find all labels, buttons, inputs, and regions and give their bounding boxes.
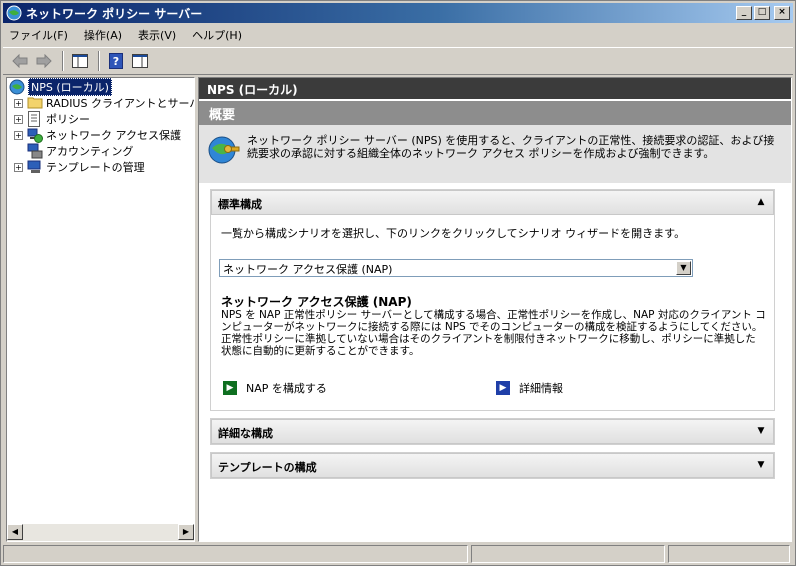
back-arrow-icon: [12, 54, 28, 68]
menu-bar: ファイル(F) 操作(A) 表示(V) ヘルプ(H): [3, 25, 793, 45]
green-arrow-icon: ▶: [223, 381, 237, 395]
configure-nap-label: NAP を構成する: [246, 382, 327, 395]
tree-item-nps-root[interactable]: NPS (ローカル): [9, 78, 112, 96]
menu-help[interactable]: ヘルプ(H): [192, 27, 242, 43]
menu-view[interactable]: 表示(V): [138, 27, 176, 43]
standard-config-header[interactable]: 標準構成 ▲: [211, 190, 774, 215]
section-title: テンプレートの構成: [218, 461, 317, 474]
overview-body: ネットワーク ポリシー サーバー (NPS) を使用すると、クライアントの正常性…: [199, 125, 791, 183]
tree-label: アカウンティング: [46, 145, 134, 158]
folder-icon: [27, 95, 43, 111]
forward-arrow-icon: [36, 54, 52, 68]
tree-label-root: NPS (ローカル): [28, 78, 112, 96]
nps-globe-icon: [9, 79, 25, 95]
forward-button[interactable]: [33, 50, 55, 72]
show-hide-tree-icon: [72, 54, 88, 68]
advanced-config-header[interactable]: 詳細な構成 ▼: [211, 419, 774, 444]
app-window: ネットワーク ポリシー サーバー _ □ × ファイル(F) 操作(A) 表示(…: [0, 0, 796, 566]
template-icon: [27, 159, 43, 175]
details-pane: NPS (ローカル) 概要 ネットワーク ポリシー サーバー (NPS) を使用…: [198, 77, 792, 542]
expand-toggle[interactable]: +: [14, 98, 23, 108]
properties-icon: [132, 54, 148, 68]
expand-toggle[interactable]: +: [14, 114, 23, 124]
scenario-description: NPS を NAP 正常性ポリシー サーバーとして構成する場合、正常性ポリシーを…: [221, 309, 766, 357]
status-cell-main: [3, 545, 468, 563]
chevron-down-icon[interactable]: ▼: [676, 261, 691, 275]
policy-icon: [27, 111, 43, 127]
tree-horizontal-scrollbar[interactable]: ◀ ▶: [7, 524, 194, 541]
nps-app-icon: [6, 5, 22, 21]
show-hide-tree-button[interactable]: [69, 50, 91, 72]
properties-button[interactable]: [129, 50, 151, 72]
expand-toggle[interactable]: +: [14, 162, 23, 172]
expand-button[interactable]: ▼: [752, 423, 770, 440]
status-bar: [3, 545, 793, 564]
window-title: ネットワーク ポリシー サーバー: [26, 6, 203, 21]
tree-label: ネットワーク アクセス保護: [46, 129, 181, 142]
help-icon: ?: [109, 53, 123, 69]
minimize-button[interactable]: _: [736, 6, 752, 20]
scroll-left-button[interactable]: ◀: [7, 524, 23, 540]
scroll-right-button[interactable]: ▶: [178, 524, 194, 540]
more-info-label: 詳細情報: [519, 382, 563, 395]
tree-label: RADIUS クライアントとサーバー: [46, 97, 195, 110]
scenario-title: ネットワーク アクセス保護 (NAP): [221, 295, 412, 309]
tree-item-radius[interactable]: + RADIUS クライアントとサーバー: [7, 95, 195, 111]
back-button[interactable]: [9, 50, 31, 72]
tree-item-policies[interactable]: + ポリシー: [7, 111, 90, 127]
nps-globe-key-icon: [207, 133, 241, 167]
tree-label: テンプレートの管理: [46, 161, 145, 174]
menu-action[interactable]: 操作(A): [84, 27, 122, 43]
scenario-instructions: 一覧から構成シナリオを選択し、下のリンクをクリックしてシナリオ ウィザードを開き…: [221, 227, 686, 240]
nap-icon: [27, 127, 43, 143]
scroll-track[interactable]: [23, 524, 178, 541]
scenario-select-value: ネットワーク アクセス保護 (NAP): [223, 263, 393, 276]
status-cell-2: [471, 545, 665, 563]
tree-label: ポリシー: [46, 113, 90, 126]
console-tree[interactable]: NPS (ローカル) + RADIUS クライアントとサーバー + ポリシー +…: [6, 77, 195, 542]
toolbar-separator: [98, 51, 100, 71]
tree-item-templates[interactable]: + テンプレートの管理: [7, 159, 145, 175]
scenario-select[interactable]: ネットワーク アクセス保護 (NAP) ▼: [219, 259, 693, 277]
close-button[interactable]: ×: [774, 6, 790, 20]
section-title: 詳細な構成: [218, 427, 273, 440]
template-config-header[interactable]: テンプレートの構成 ▼: [211, 453, 774, 478]
expand-toggle[interactable]: +: [14, 130, 23, 140]
title-bar[interactable]: ネットワーク ポリシー サーバー _ □ ×: [3, 3, 793, 23]
template-config-section: テンプレートの構成 ▼: [210, 452, 775, 479]
more-info-link[interactable]: ▶ 詳細情報: [496, 380, 563, 396]
tree-item-nap[interactable]: + ネットワーク アクセス保護: [7, 127, 181, 143]
overview-text: ネットワーク ポリシー サーバー (NPS) を使用すると、クライアントの正常性…: [247, 134, 775, 160]
blue-arrow-icon: ▶: [496, 381, 510, 395]
toolbar-separator: [62, 51, 64, 71]
maximize-button[interactable]: □: [754, 6, 770, 20]
advanced-config-section: 詳細な構成 ▼: [210, 418, 775, 445]
svg-text:?: ?: [113, 55, 119, 68]
help-button[interactable]: ?: [105, 50, 127, 72]
overview-title: 概要: [199, 101, 791, 125]
section-title: 標準構成: [218, 198, 262, 211]
expand-button[interactable]: ▼: [752, 457, 770, 474]
tree-item-accounting[interactable]: アカウンティング: [27, 143, 133, 159]
accounting-icon: [27, 143, 43, 159]
menu-file[interactable]: ファイル(F): [9, 27, 68, 43]
configure-nap-link[interactable]: ▶ NAP を構成する: [223, 380, 327, 396]
toolbar: ?: [3, 47, 793, 75]
collapse-button[interactable]: ▲: [752, 194, 770, 211]
standard-config-section: 標準構成 ▲ 一覧から構成シナリオを選択し、下のリンクをクリックしてシナリオ ウ…: [210, 189, 775, 411]
status-cell-3: [668, 545, 790, 563]
details-header: NPS (ローカル): [199, 78, 791, 99]
